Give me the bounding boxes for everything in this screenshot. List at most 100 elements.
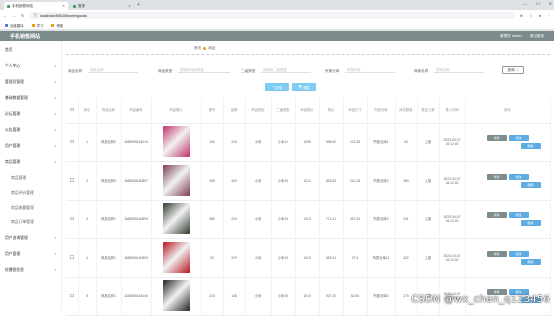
column-header: 型号 bbox=[201, 98, 223, 123]
filter-label-type: 商品类型 bbox=[158, 69, 172, 74]
sidebar-item[interactable]: 商品订单管理 bbox=[0, 218, 62, 226]
row-checkbox[interactable] bbox=[70, 178, 74, 182]
row-actions: 详情修改删除 bbox=[465, 200, 550, 239]
info-icon[interactable]: ⓘ bbox=[33, 13, 37, 18]
column-header-label: 商品类型 bbox=[251, 108, 264, 112]
column-header-label: 二级类型 bbox=[276, 108, 289, 112]
sidebar-item[interactable]: 商品评价管理 bbox=[0, 189, 62, 197]
forward-icon[interactable]: → bbox=[12, 13, 16, 18]
cell-type: 小米 bbox=[245, 200, 271, 239]
address-bar[interactable]: ⓘ localhost:8081/#/home/goods bbox=[29, 12, 514, 19]
sidebar-item[interactable]: 个人中心▾ bbox=[0, 62, 62, 70]
url-text: localhost:8081/#/home/goods bbox=[40, 14, 87, 18]
reload-icon[interactable]: ↻ bbox=[21, 13, 24, 18]
table-row: 2商品名称31680055160897435404小米小米101012803.8… bbox=[66, 162, 550, 201]
bookmark-item[interactable]: 学习 bbox=[32, 23, 44, 28]
column-header: 商品原价 bbox=[295, 98, 319, 123]
sidebar-item-label: 管理员管理 bbox=[5, 80, 24, 85]
search-button[interactable]: 查询 ⌕ bbox=[502, 66, 524, 74]
new-tab-button[interactable]: + bbox=[137, 2, 140, 8]
maximize-icon[interactable]: ☐ bbox=[536, 1, 540, 6]
goods-name-input[interactable]: 商品名称 bbox=[88, 66, 138, 73]
row-checkbox[interactable] bbox=[70, 294, 74, 298]
row-actions: 详情修改删除 bbox=[465, 123, 550, 162]
edit-button[interactable]: 修改 bbox=[509, 174, 529, 180]
goods-photo-image[interactable] bbox=[163, 165, 190, 196]
cell-type: 小米 bbox=[245, 239, 271, 278]
sidebar-item[interactable]: 商品管理▾ bbox=[0, 158, 62, 166]
bookmark-item[interactable]: 博客 bbox=[51, 23, 63, 28]
sidebar-item[interactable]: 论坛管理▾ bbox=[0, 110, 62, 118]
logout-link[interactable]: 退出登录 bbox=[530, 34, 544, 39]
profile-icon[interactable]: ● bbox=[539, 13, 541, 18]
row-checkbox[interactable] bbox=[70, 217, 74, 221]
cell-stock: 40 bbox=[395, 123, 417, 162]
goods-photo-image[interactable] bbox=[163, 203, 190, 234]
cell-price: 696.92 bbox=[319, 123, 343, 162]
row-select-cell bbox=[66, 239, 78, 278]
sidebar-item[interactable]: 基础数据管理▾ bbox=[0, 94, 62, 102]
row-delete-button[interactable]: 删除 bbox=[521, 143, 541, 149]
sidebar-item[interactable]: 商品收藏管理 bbox=[0, 204, 62, 212]
sidebar-item[interactable]: 用户管理▾ bbox=[0, 142, 62, 150]
sidebar-item[interactable]: 商品管理 bbox=[0, 174, 62, 182]
column-header[interactable] bbox=[66, 98, 78, 123]
close-tab-icon[interactable]: ✕ bbox=[128, 4, 131, 8]
chevron-down-icon: ▾ bbox=[54, 144, 56, 148]
sidebar-item[interactable]: 用户咨询管理▾ bbox=[0, 234, 62, 242]
column-header-label: 商品名称 bbox=[102, 108, 115, 112]
vue-favicon-icon bbox=[73, 5, 76, 8]
goods-photo-image[interactable] bbox=[163, 280, 190, 311]
zoom-icon[interactable]: ⊕ bbox=[520, 13, 523, 18]
merchant-input[interactable]: 商家名称 bbox=[434, 66, 484, 73]
edit-button[interactable]: 修改 bbox=[509, 135, 529, 141]
table-header-row: 索引商品名称商品编号商品照片型号品牌商品类型二级类型商品原价现价商品尺寸所属仓库… bbox=[66, 98, 550, 123]
row-delete-button[interactable]: 删除 bbox=[521, 259, 541, 265]
star-icon[interactable]: ☆ bbox=[529, 13, 533, 18]
delete-button[interactable]: 🗑 删除 bbox=[292, 83, 316, 91]
add-button[interactable]: + 新增 bbox=[265, 83, 289, 91]
row-checkbox[interactable] bbox=[70, 255, 74, 259]
goods-subtype-select[interactable]: 请选择二级类型 bbox=[261, 66, 311, 73]
detail-button[interactable]: 详情 bbox=[487, 251, 507, 257]
close-window-icon[interactable]: ✕ bbox=[549, 1, 552, 6]
row-delete-button[interactable]: 删除 bbox=[521, 220, 541, 226]
menu-icon[interactable]: ⋮ bbox=[547, 13, 551, 18]
detail-button[interactable]: 详情 bbox=[487, 174, 507, 180]
cell-warehouse: 所属仓库11 bbox=[367, 239, 395, 278]
cell-orig-price: 1006 bbox=[295, 123, 319, 162]
sidebar-item[interactable]: 轮播图信息▾ bbox=[0, 266, 62, 274]
detail-button[interactable]: 详情 bbox=[487, 212, 507, 218]
close-tab-icon[interactable]: ✕ bbox=[62, 4, 65, 8]
row-delete-button[interactable]: 删除 bbox=[521, 182, 541, 188]
row-select-cell bbox=[66, 162, 78, 201]
goods-type-select[interactable]: 请选择商品类型 bbox=[178, 66, 230, 73]
sidebar-item[interactable]: 首页 bbox=[0, 46, 62, 54]
select-all-checkbox[interactable] bbox=[70, 108, 74, 112]
warehouse-input[interactable]: 所属仓库 bbox=[345, 66, 395, 73]
back-icon[interactable]: ← bbox=[3, 13, 7, 18]
cell-price: 659.31 bbox=[319, 239, 343, 278]
sidebar-item[interactable]: 用户管理▾ bbox=[0, 250, 62, 258]
goods-table: 索引商品名称商品编号商品照片型号品牌商品类型二级类型商品原价现价商品尺寸所属仓库… bbox=[66, 98, 551, 316]
chevron-down-icon: ▾ bbox=[54, 112, 56, 116]
detail-button[interactable]: 详情 bbox=[487, 135, 507, 141]
filter-label-merchant: 商家名称 bbox=[414, 69, 428, 74]
edit-button[interactable]: 修改 bbox=[509, 251, 529, 257]
edit-button[interactable]: 修改 bbox=[509, 212, 529, 218]
sidebar-item[interactable]: 公告管理▾ bbox=[0, 126, 62, 134]
row-checkbox[interactable] bbox=[70, 140, 74, 144]
cell-orig-price: 1012 bbox=[295, 162, 319, 201]
browser-tab[interactable]: 登录 ✕ bbox=[70, 2, 134, 10]
bookmark-item[interactable]: 百度翻译 bbox=[5, 23, 24, 28]
breadcrumb-home[interactable]: 首页 bbox=[194, 46, 201, 51]
cell-subtype: 小米10 bbox=[271, 239, 295, 278]
goods-photo-image[interactable] bbox=[163, 126, 190, 157]
sidebar-item[interactable]: 管理员管理▾ bbox=[0, 78, 62, 86]
minimize-icon[interactable]: — bbox=[523, 1, 527, 6]
browser-tab-active[interactable]: 手机销售网站 ✕ bbox=[4, 2, 68, 10]
column-header: 商品名称 bbox=[96, 98, 121, 123]
tab-label: 手机销售网站 bbox=[12, 4, 33, 9]
goods-photo-image[interactable] bbox=[163, 242, 190, 273]
main-content: 首页 商品 商品名称 商品名称 商品类型 请选择商品类型 二级类型 请选择二级类… bbox=[62, 41, 554, 310]
